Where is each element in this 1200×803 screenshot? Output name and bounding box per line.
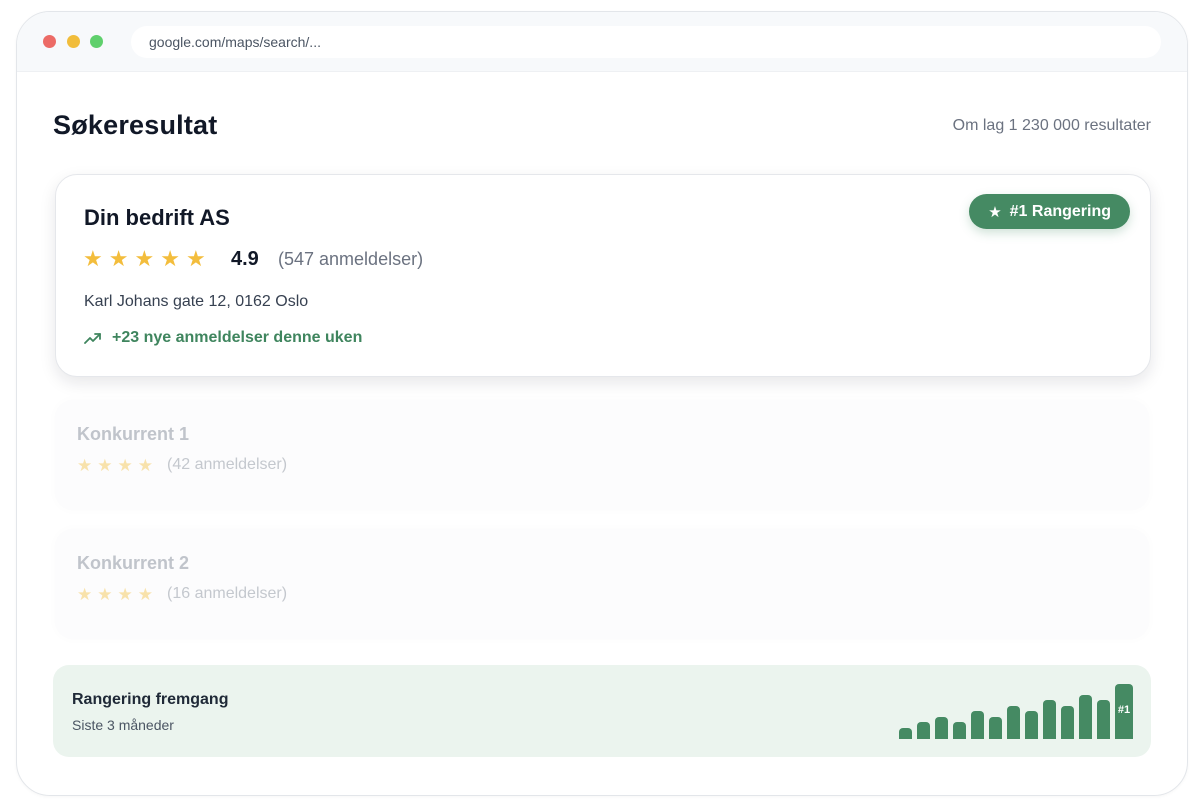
trending-up-icon <box>84 333 101 344</box>
trend-text: +23 nye anmeldelser denne uken <box>112 329 363 346</box>
business-name[interactable]: Din bedrift AS <box>84 205 230 231</box>
star-icon: ★ <box>83 246 103 271</box>
ranking-bar <box>1025 711 1038 739</box>
star-icon: ★ <box>117 585 133 604</box>
results-header: Søkeresultat Om lag 1 230 000 resultater <box>53 110 1151 146</box>
competitor-name[interactable]: Konkurrent 2 <box>77 553 189 574</box>
ranking-progress-panel: Rangering fremgang Siste 3 måneder #1 <box>53 665 1151 757</box>
competitor-card[interactable]: Konkurrent 1 ★ ★ ★ ★ (42 anmeldelser) <box>55 400 1149 510</box>
page-title: Søkeresultat <box>53 110 218 140</box>
star-rating: ★ ★ ★ ★ ★ <box>83 248 206 270</box>
star-icon: ★ <box>77 585 93 604</box>
results-count: Om lag 1 230 000 resultater <box>952 117 1151 134</box>
star-icon: ★ <box>160 246 180 271</box>
bar-label: #1 <box>1117 704 1131 716</box>
close-window-dot[interactable] <box>43 35 56 48</box>
competitor-review-count: (42 anmeldelser) <box>167 456 288 473</box>
ranking-bar <box>989 717 1002 739</box>
ranking-bar-chart: #1 <box>899 679 1133 739</box>
rating-value: 4.9 <box>231 248 259 270</box>
ranking-bar <box>1007 706 1020 739</box>
ranking-bar <box>917 722 930 739</box>
review-count[interactable]: (547 anmeldelser) <box>278 249 423 270</box>
maximize-window-dot[interactable] <box>90 35 103 48</box>
minimize-window-dot[interactable] <box>67 35 80 48</box>
star-icon: ★ <box>108 246 129 271</box>
main-result-card[interactable]: Din bedrift AS ★ ★ ★ ★ ★ 4.9 (547 anmeldelse… <box>55 174 1151 377</box>
star-icon: ★ <box>97 585 113 604</box>
star-icon: ★ <box>77 456 93 475</box>
browser-chrome: google.com/maps/search/... <box>17 12 1187 72</box>
ranking-bar <box>1043 700 1056 739</box>
progress-title: Rangering fremgang <box>72 691 229 708</box>
business-address: Karl Johans gate 12, 0162 Oslo <box>84 293 309 310</box>
ranking-bar <box>935 717 948 739</box>
competitor-card[interactable]: Konkurrent 2 ★ ★ ★ ★ (16 anmeldelser) <box>55 529 1149 639</box>
star-icon: ★ <box>137 456 153 475</box>
ranking-bar <box>1079 695 1092 739</box>
star-icon: ★ <box>185 246 206 271</box>
ranking-bar <box>899 728 912 739</box>
star-icon: ★ <box>117 456 133 475</box>
ranking-bar <box>971 711 984 739</box>
ranking-bar <box>953 722 966 739</box>
star-icon: ★ <box>97 456 113 475</box>
ranking-bar <box>1097 700 1110 739</box>
rank-badge: ★ #1 Rangering <box>969 194 1130 229</box>
competitor-review-count: (16 anmeldelser) <box>167 585 288 602</box>
rank-badge-label: #1 Rangering <box>1009 202 1111 220</box>
star-icon: ★ <box>988 203 1002 221</box>
browser-window: google.com/maps/search/... Søkeresultat … <box>16 11 1188 796</box>
address-bar[interactable]: google.com/maps/search/... <box>131 26 1161 58</box>
competitor-star-rating: ★ ★ ★ ★ <box>77 457 153 474</box>
star-icon: ★ <box>134 246 155 271</box>
progress-subtitle: Siste 3 måneder <box>72 717 174 733</box>
competitor-name[interactable]: Konkurrent 1 <box>77 424 189 445</box>
ranking-bar <box>1061 706 1074 739</box>
review-trend: +23 nye anmeldelser denne uken <box>84 329 362 347</box>
star-icon: ★ <box>137 585 153 604</box>
ranking-bar: #1 <box>1115 684 1133 739</box>
competitor-star-rating: ★ ★ ★ ★ <box>77 586 153 603</box>
